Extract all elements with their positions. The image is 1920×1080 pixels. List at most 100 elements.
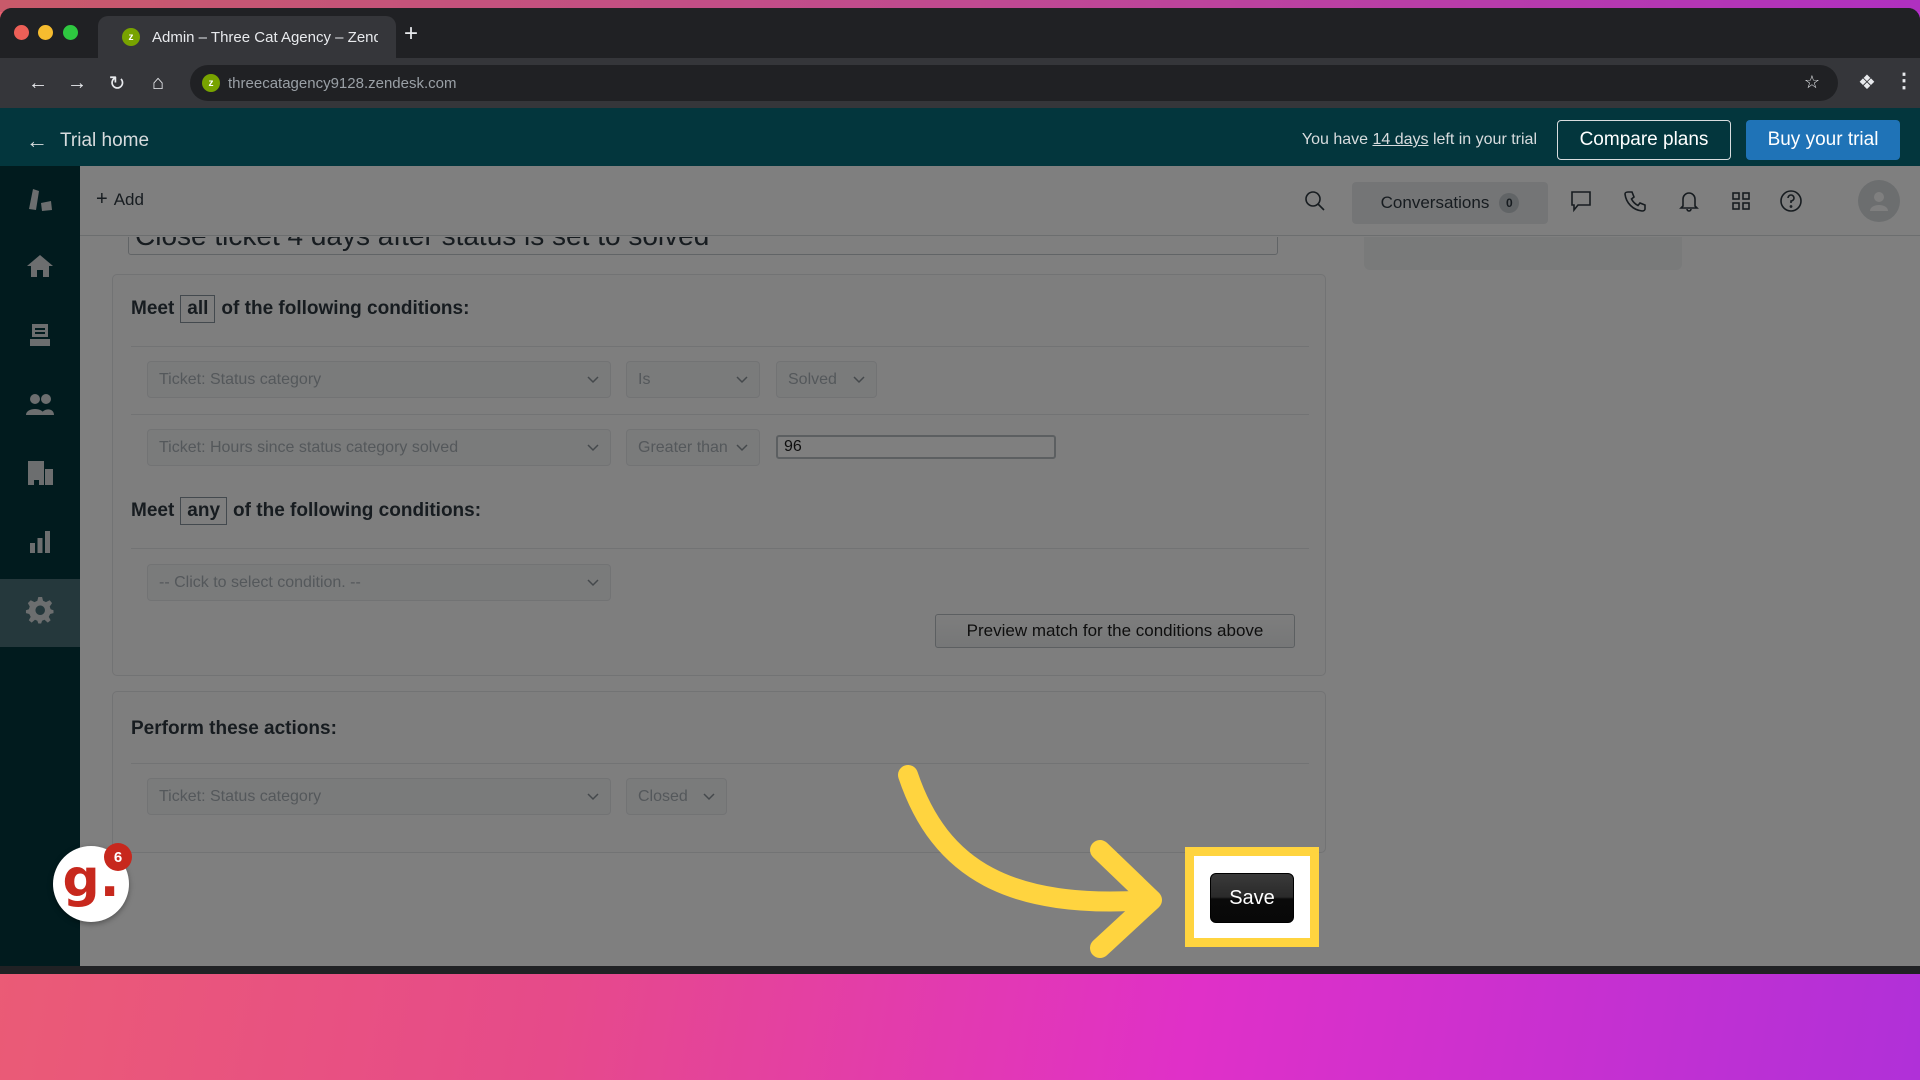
chevron-down-icon bbox=[700, 787, 718, 805]
add-button[interactable]: + Add bbox=[96, 188, 144, 211]
any-condition-placeholder: -- Click to select condition. -- bbox=[159, 573, 361, 591]
condition-1-field-value: Ticket: Status category bbox=[159, 370, 322, 388]
bookmark-star-icon[interactable]: ☆ bbox=[1804, 72, 1820, 93]
sidebar-item-customers[interactable] bbox=[0, 372, 80, 440]
chevron-down-icon bbox=[733, 370, 751, 388]
conditions-panel: Meet all of the following conditions: Ti… bbox=[112, 274, 1326, 676]
divider bbox=[131, 346, 1309, 347]
trial-text-suffix: left in your trial bbox=[1428, 131, 1537, 148]
chevron-down-icon bbox=[850, 370, 868, 388]
condition-1-field-select[interactable]: Ticket: Status category bbox=[147, 361, 611, 398]
divider bbox=[131, 414, 1309, 415]
trial-remaining-text: You have 14 days left in your trial bbox=[1302, 131, 1537, 149]
tab-bar: z Admin – Three Cat Agency – Zendesk + bbox=[0, 8, 1920, 58]
actions-heading: Perform these actions: bbox=[131, 718, 337, 739]
browser-toolbar: ← → ↻ ⌂ z threecatagency9128.zendesk.com… bbox=[0, 58, 1920, 108]
browser-menu-icon[interactable]: ⋮ bbox=[1894, 68, 1914, 93]
trial-banner: ← Trial home You have 14 days left in yo… bbox=[0, 108, 1920, 174]
customers-people-icon bbox=[25, 389, 55, 424]
action-1-value: Closed bbox=[638, 787, 688, 805]
minimize-window-button[interactable] bbox=[38, 25, 53, 40]
chevron-down-icon bbox=[584, 573, 602, 591]
gear-icon bbox=[25, 596, 55, 631]
condition-2-operator-select[interactable]: Greater than bbox=[626, 429, 760, 466]
site-favicon-icon: z bbox=[202, 74, 220, 92]
compare-plans-button[interactable]: Compare plans bbox=[1557, 120, 1731, 160]
home-icon bbox=[25, 251, 55, 286]
divider bbox=[131, 548, 1309, 549]
search-icon[interactable] bbox=[1300, 186, 1330, 216]
trial-home-label: Trial home bbox=[60, 130, 150, 151]
all-heading-prefix: Meet bbox=[131, 298, 175, 319]
side-panel-card bbox=[1364, 237, 1682, 270]
views-inbox-icon bbox=[25, 320, 55, 355]
plus-icon: + bbox=[96, 188, 108, 210]
condition-1-value: Solved bbox=[788, 370, 837, 388]
buy-trial-button[interactable]: Buy your trial bbox=[1746, 120, 1900, 160]
chevron-down-icon bbox=[584, 370, 602, 388]
condition-2-field-select[interactable]: Ticket: Hours since status category solv… bbox=[147, 429, 611, 466]
all-mode-label: all bbox=[180, 295, 216, 323]
condition-1-operator-value: Is bbox=[638, 370, 651, 388]
save-button[interactable]: Save bbox=[1210, 873, 1294, 923]
action-1-field-value: Ticket: Status category bbox=[159, 787, 322, 805]
guide-widget-badge: 6 bbox=[104, 843, 132, 871]
zendesk-favicon-icon: z bbox=[122, 28, 140, 46]
sidebar-item-home[interactable] bbox=[0, 234, 80, 302]
phone-icon[interactable] bbox=[1620, 186, 1650, 216]
all-heading-suffix: of the following conditions: bbox=[221, 298, 470, 319]
trial-text-prefix: You have bbox=[1301, 131, 1373, 148]
any-conditions-heading: Meet any of the following conditions: bbox=[131, 497, 481, 525]
sidebar-item-views[interactable] bbox=[0, 303, 80, 371]
condition-1-value-select[interactable]: Solved bbox=[776, 361, 877, 398]
extensions-puzzle-icon[interactable]: ❖ bbox=[1858, 70, 1876, 95]
user-avatar[interactable] bbox=[1858, 180, 1900, 222]
address-bar[interactable]: z threecatagency9128.zendesk.com ☆ bbox=[190, 65, 1838, 101]
organizations-building-icon bbox=[25, 458, 55, 493]
url-text: threecatagency9128.zendesk.com bbox=[228, 74, 457, 92]
maximize-window-button[interactable] bbox=[63, 25, 78, 40]
bell-icon[interactable] bbox=[1674, 186, 1704, 216]
conversations-count-badge: 0 bbox=[1499, 193, 1520, 213]
all-conditions-heading: Meet all of the following conditions: bbox=[131, 295, 469, 323]
any-mode-label: any bbox=[180, 497, 228, 525]
action-1-field-select[interactable]: Ticket: Status category bbox=[147, 778, 611, 815]
chat-bubble-icon[interactable] bbox=[1566, 186, 1596, 216]
close-window-button[interactable] bbox=[14, 25, 29, 40]
app-header: + Add Conversations 0 bbox=[80, 166, 1920, 236]
back-icon[interactable]: ← bbox=[25, 70, 51, 96]
conversations-label: Conversations bbox=[1380, 193, 1490, 212]
reporting-chart-icon bbox=[25, 527, 55, 562]
annotation-arrow-icon bbox=[898, 765, 1162, 958]
home-icon[interactable]: ⌂ bbox=[145, 70, 171, 96]
tab-title: Admin – Three Cat Agency – Zendesk bbox=[152, 28, 378, 46]
condition-1-operator-select[interactable]: Is bbox=[626, 361, 760, 398]
add-label: Add bbox=[113, 189, 144, 209]
condition-2-operator-value: Greater than bbox=[638, 438, 728, 456]
sidebar-item-organizations[interactable] bbox=[0, 441, 80, 509]
conversations-button[interactable]: Conversations 0 bbox=[1352, 182, 1548, 224]
any-condition-select[interactable]: -- Click to select condition. -- bbox=[147, 564, 611, 601]
condition-2-value-input[interactable]: 96 bbox=[776, 435, 1056, 459]
any-heading-prefix: Meet bbox=[131, 500, 175, 521]
chevron-down-icon bbox=[584, 787, 602, 805]
action-1-value-select[interactable]: Closed bbox=[626, 778, 727, 815]
trial-days-link[interactable]: 14 days bbox=[1372, 131, 1428, 148]
zendesk-logo-icon[interactable] bbox=[0, 166, 80, 234]
arrow-left-icon: ← bbox=[26, 128, 48, 153]
reload-icon[interactable]: ↻ bbox=[104, 70, 130, 96]
browser-tab[interactable]: z Admin – Three Cat Agency – Zendesk bbox=[98, 16, 396, 58]
help-icon[interactable] bbox=[1776, 186, 1806, 216]
sidebar bbox=[0, 166, 80, 966]
preview-match-button[interactable]: Preview match for the conditions above bbox=[935, 614, 1295, 648]
condition-2-field-value: Ticket: Hours since status category solv… bbox=[159, 438, 459, 456]
sidebar-item-admin[interactable] bbox=[0, 579, 80, 647]
trigger-title-input[interactable]: Close ticket 4 days after status is set … bbox=[128, 237, 1278, 255]
user-icon bbox=[1870, 192, 1888, 211]
new-tab-button[interactable]: + bbox=[404, 22, 418, 46]
forward-icon[interactable]: → bbox=[64, 70, 90, 96]
apps-grid-icon[interactable] bbox=[1726, 186, 1756, 216]
chevron-down-icon bbox=[733, 438, 751, 456]
trial-home-link[interactable]: ← Trial home bbox=[26, 128, 149, 154]
sidebar-item-reporting[interactable] bbox=[0, 510, 80, 578]
